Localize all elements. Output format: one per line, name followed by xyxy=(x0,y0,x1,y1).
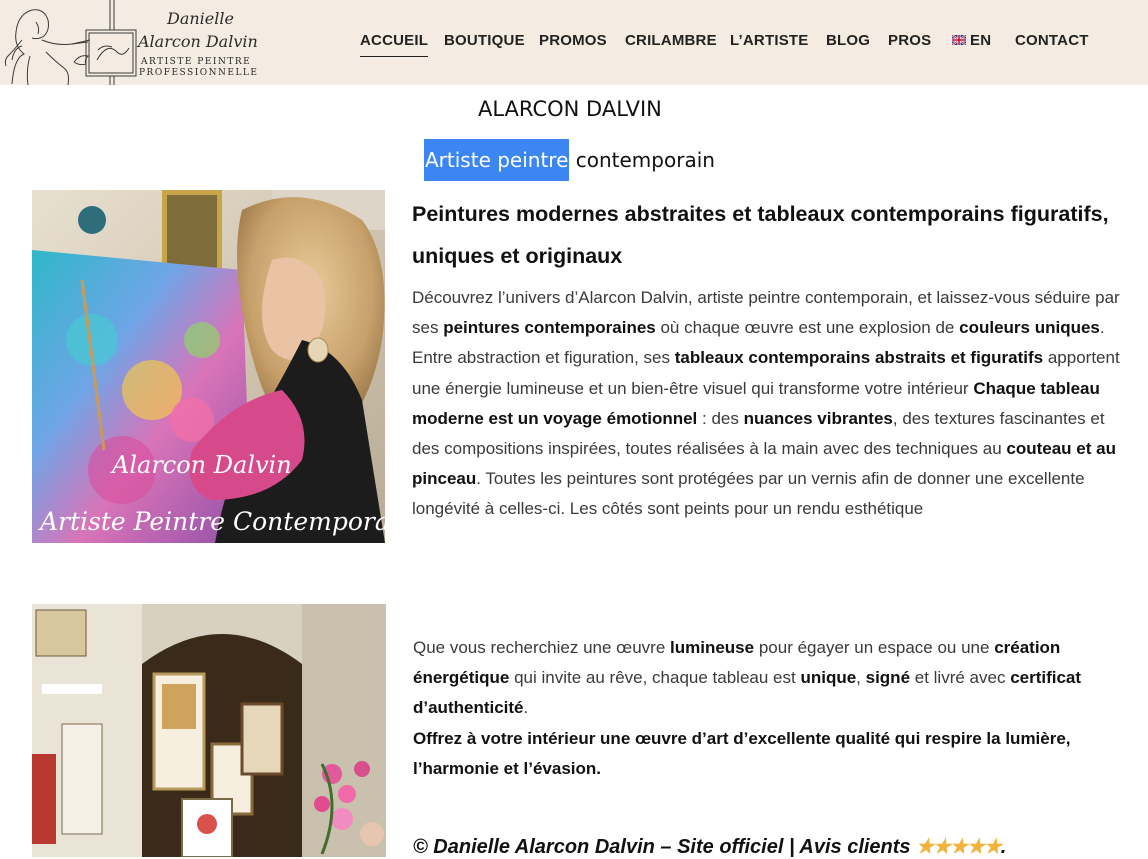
rating-stars-icon: ★★★★★ xyxy=(916,836,1002,858)
logo-subtitle-line1: ARTISTE PEINTRE xyxy=(141,57,252,67)
nav-item-promos[interactable]: PROMOS xyxy=(539,32,607,49)
nav-item-label: BOUTIQUE xyxy=(444,32,525,49)
uk-flag-icon xyxy=(952,35,966,45)
nav-item-accueil[interactable]: ACCUEIL xyxy=(360,32,429,57)
page-subtitle: Artiste peintre contemporain xyxy=(424,139,715,181)
nav-item-label: CONTACT xyxy=(1015,32,1089,49)
nav-item-label: PROMOS xyxy=(539,32,607,49)
nav-item-label: ACCUEIL xyxy=(360,32,429,49)
subtitle-highlight: Artiste peintre xyxy=(424,139,570,181)
nav-item-blog[interactable]: BLOG xyxy=(826,32,870,49)
nav-item-contact[interactable]: CONTACT xyxy=(1015,32,1089,49)
copyright-line: © Danielle Alarcon Dalvin – Site officie… xyxy=(413,836,1007,858)
photo1-caption-title: Artiste Peintre Contemporain xyxy=(38,507,385,536)
photo1-caption-name: Alarcon Dalvin xyxy=(110,451,292,479)
section-heading: Peintures modernes abstraites et tableau… xyxy=(412,202,1109,268)
second-paragraph: Que vous recherchiez une œuvre lumineuse… xyxy=(413,638,1082,778)
page-title: ALARCON DALVIN xyxy=(478,97,662,121)
nav-item-label: PROS xyxy=(888,32,932,49)
logo-name-first: Danielle xyxy=(167,9,234,28)
nav-item-boutique[interactable]: BOUTIQUE xyxy=(444,32,525,49)
nav-item-label: CRILAMBRE xyxy=(625,32,717,49)
nav-item-label: L’ARTISTE xyxy=(730,32,809,49)
logo-subtitle-line2: PROFESSIONNELLE xyxy=(139,68,259,78)
logo-name-last: Alarcon Dalvin xyxy=(138,32,258,51)
reviews-link[interactable]: Avis clients xyxy=(799,836,916,858)
offer-statement: Offrez à votre intérieur une œuvre d’art… xyxy=(413,728,1071,778)
nav-item-label: BLOG xyxy=(826,32,871,49)
artist-sketch-icon xyxy=(4,0,137,85)
artist-painting-photo: Alarcon Dalvin Artiste Peintre Contempor… xyxy=(32,190,385,543)
nav-item-crilambre[interactable]: CRILAMBRE xyxy=(625,32,717,49)
copyright-text: © Danielle Alarcon Dalvin – Site officie… xyxy=(413,836,784,858)
nav-item-label: EN xyxy=(970,32,992,49)
subtitle-rest: contemporain xyxy=(569,148,715,172)
site-logo[interactable]: Danielle Alarcon Dalvin ARTISTE PEINTRE … xyxy=(0,0,270,85)
gallery-image xyxy=(32,604,386,857)
intro-paragraph: Découvrez l’univers d’Alarcon Dalvin, ar… xyxy=(412,288,1120,519)
nav-item-pros[interactable]: PROS xyxy=(888,32,931,49)
site-header: Danielle Alarcon Dalvin ARTISTE PEINTRE … xyxy=(0,0,1148,85)
nav-item-artiste[interactable]: L’ARTISTE xyxy=(730,32,808,49)
artist-painting-image: Alarcon Dalvin Artiste Peintre Contempor… xyxy=(32,190,385,543)
gallery-photo xyxy=(32,604,386,857)
nav-item-language-en[interactable]: EN xyxy=(952,32,991,49)
